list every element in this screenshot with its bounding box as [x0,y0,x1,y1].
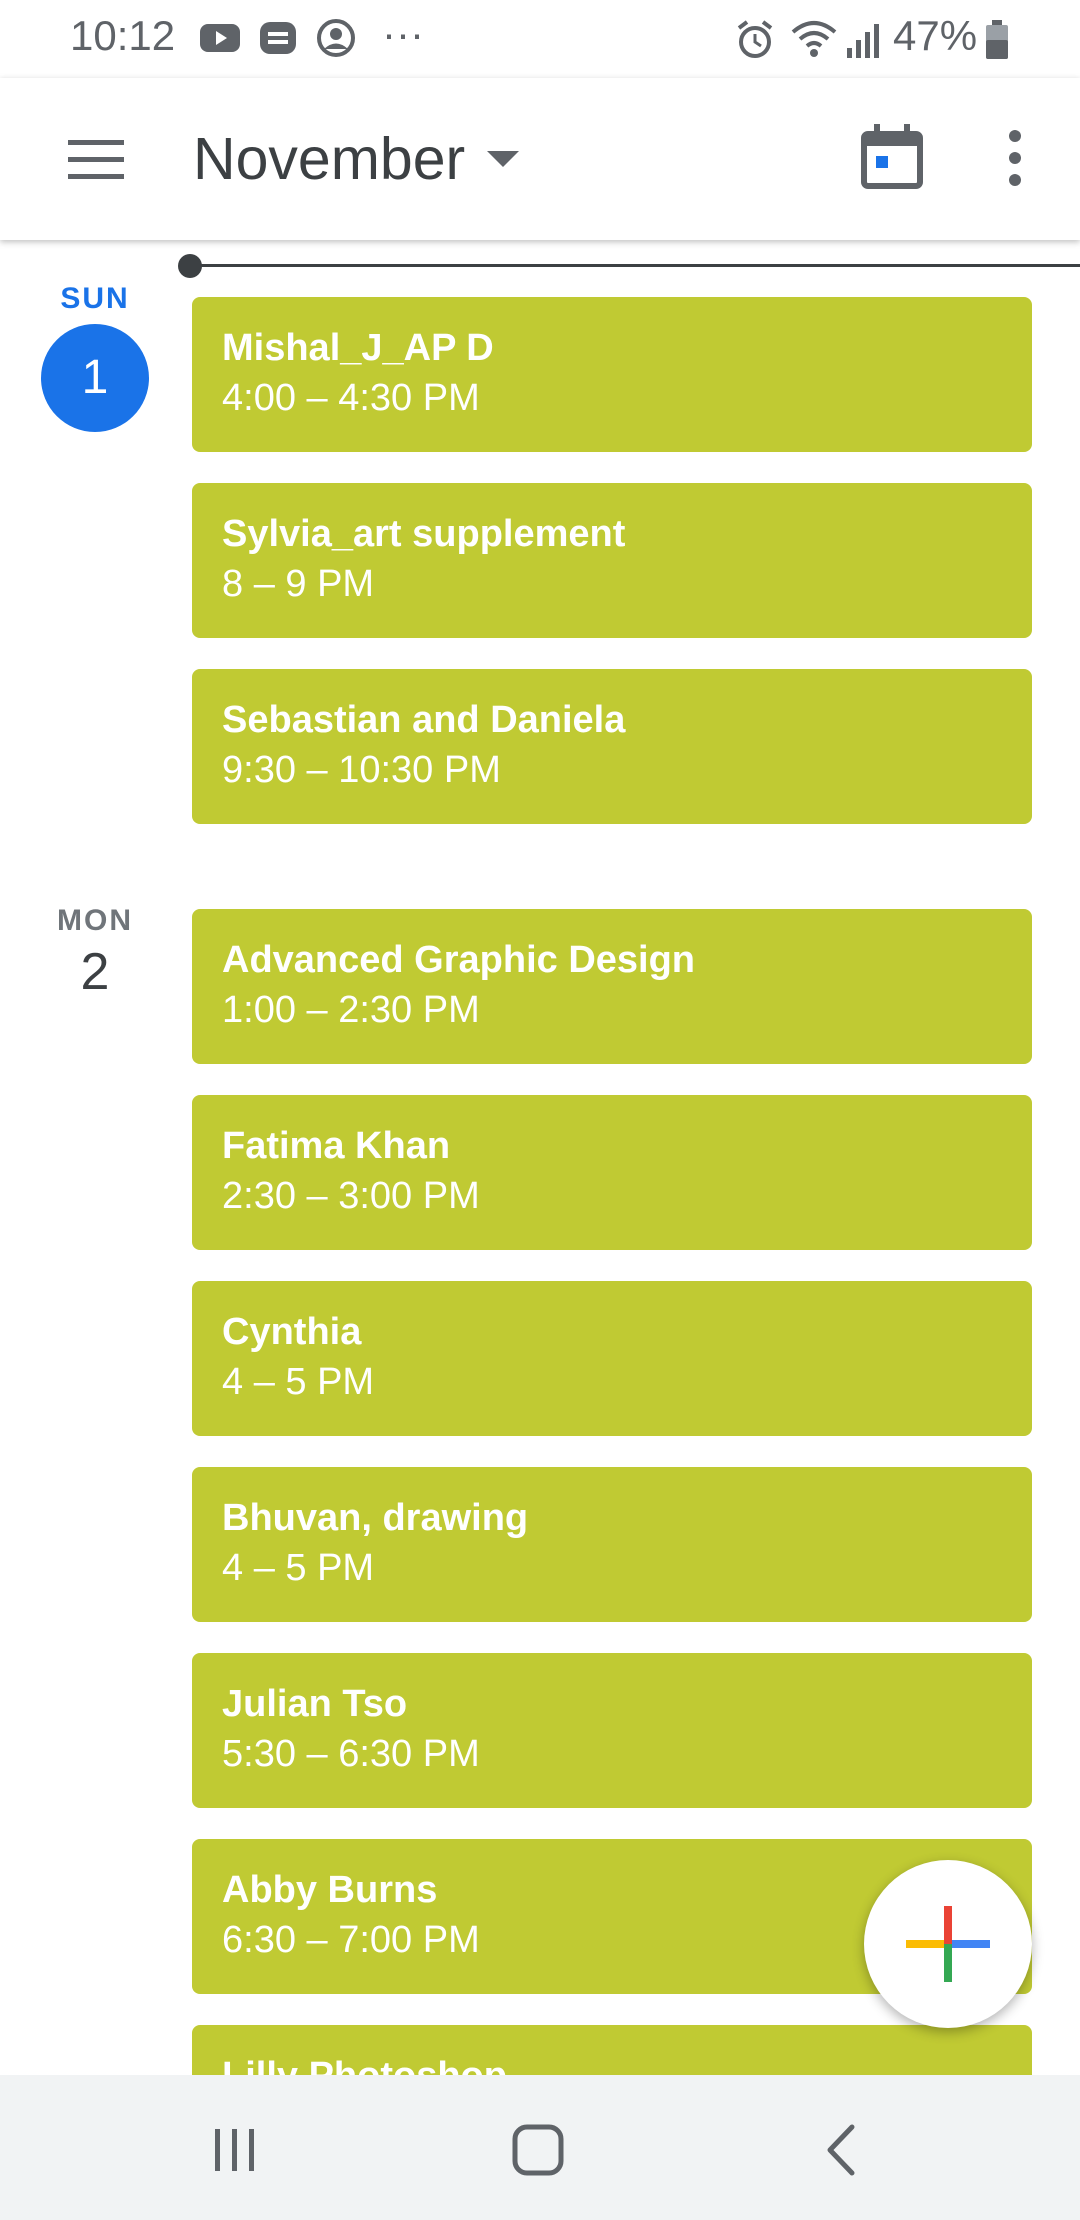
event-time: 9:30 – 10:30 PM [222,749,501,791]
home-button[interactable] [493,2105,583,2195]
recents-button[interactable] [190,2105,280,2195]
event-card[interactable]: Mishal_J_AP D 4:00 – 4:30 PM [192,297,1032,452]
create-event-button[interactable] [864,1860,1032,2028]
event-time: 1:00 – 2:30 PM [222,989,480,1031]
signal-icon [847,24,879,58]
month-title: November [193,126,466,192]
messenger-icon [260,22,296,54]
event-card[interactable]: Advanced Graphic Design 1:00 – 2:30 PM [192,909,1032,1064]
status-time: 10:12 [70,12,176,59]
alarm-icon [737,20,773,58]
dropdown-caret-icon [487,151,520,167]
menu-icon [68,140,124,179]
event-title: Sylvia_art supplement [222,513,626,555]
back-icon [827,2124,855,2176]
recents-icon [215,2129,254,2171]
app-bar: November [0,78,1080,240]
event-card[interactable]: Fatima Khan 2:30 – 3:00 PM [192,1095,1032,1250]
event-time: 6:30 – 7:00 PM [222,1919,480,1961]
event-card[interactable]: Julian Tso 5:30 – 6:30 PM [192,1653,1032,1808]
day-of-week: MON [57,904,133,937]
event-title: Fatima Khan [222,1125,451,1167]
event-card[interactable]: Sylvia_art supplement 8 – 9 PM [192,483,1032,638]
event-title: Lilly Photoshop [222,2055,507,2075]
day-date: 2 [80,943,110,1001]
event-card[interactable]: Sebastian and Daniela 9:30 – 10:30 PM [192,669,1032,824]
event-time: 4 – 5 PM [222,1547,375,1589]
event-time: 4 – 5 PM [222,1361,375,1403]
system-nav-bar [0,2075,1080,2220]
today-calendar-icon [861,124,923,189]
event-title: Sebastian and Daniela [222,699,626,741]
back-button[interactable] [796,2105,886,2195]
day-header-sun[interactable]: SUN 1 [20,282,170,432]
home-icon [512,2124,564,2176]
current-time-indicator [190,264,1080,267]
status-bar: 10:12 ··· 47% [0,0,1080,78]
battery-percent: 47% [893,12,978,59]
event-title: Abby Burns [222,1869,438,1911]
more-vert-icon [1009,130,1021,186]
event-time: 2:30 – 3:00 PM [222,1175,480,1217]
account-icon [317,19,355,57]
more-options-button[interactable] [975,118,1055,198]
menu-button[interactable] [56,120,136,200]
event-card[interactable]: Lilly Photoshop [192,2025,1032,2075]
more-notifications: ··· [382,10,424,57]
event-title: Bhuvan, drawing [222,1497,529,1539]
event-time: 8 – 9 PM [222,563,375,605]
plus-icon [906,1906,990,1982]
event-card[interactable]: Bhuvan, drawing 4 – 5 PM [192,1467,1032,1622]
month-selector[interactable]: November [193,114,520,204]
schedule-list[interactable]: SUN 1 Mishal_J_AP D 4:00 – 4:30 PM Sylvi… [0,240,1080,2075]
battery-icon [986,20,1008,59]
wifi-icon [791,21,837,57]
day-header-mon[interactable]: MON 2 [20,904,170,1002]
day-of-week: SUN [60,282,130,315]
today-button[interactable] [852,118,932,198]
youtube-icon [200,24,240,52]
event-title: Julian Tso [222,1683,408,1725]
today-date-badge: 1 [41,324,149,432]
event-card[interactable]: Cynthia 4 – 5 PM [192,1281,1032,1436]
event-title: Cynthia [222,1311,362,1353]
event-title: Mishal_J_AP D [222,327,494,369]
event-time: 4:00 – 4:30 PM [222,377,480,419]
event-time: 5:30 – 6:30 PM [222,1733,480,1775]
event-title: Advanced Graphic Design [222,939,696,981]
